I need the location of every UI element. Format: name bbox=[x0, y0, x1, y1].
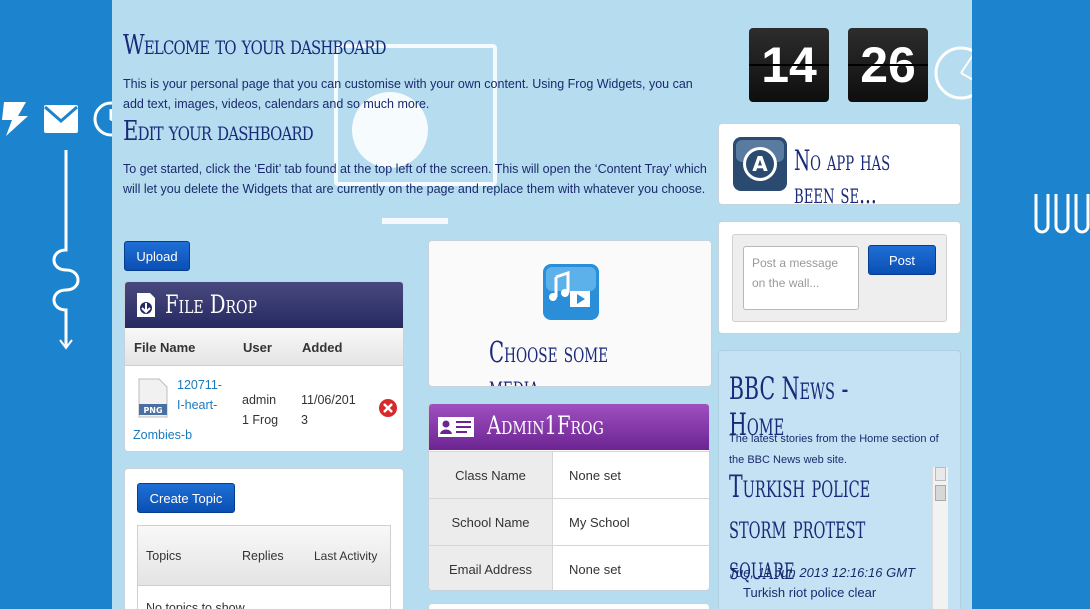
news-snippet: Turkish riot police clear bbox=[743, 585, 877, 600]
profile-row-email: Email Address None set bbox=[429, 545, 709, 590]
email-address-label: Email Address bbox=[429, 546, 553, 590]
news-panel: BBC News - Home The latest stories from … bbox=[718, 350, 961, 609]
col-topics: Topics bbox=[146, 549, 182, 563]
id-card-icon bbox=[438, 417, 474, 437]
profile-row-class: Class Name None set bbox=[429, 451, 709, 498]
delete-icon[interactable] bbox=[378, 398, 398, 418]
col-last-activity: Last Activity bbox=[314, 549, 378, 563]
news-date: Tue, 11 Jun 2013 12:16:16 GMT bbox=[729, 565, 915, 580]
png-file-icon: PNG bbox=[138, 378, 168, 418]
media-title: Choose some media bbox=[489, 335, 609, 387]
forum-panel: Create Topic Topics Replies Last Activit… bbox=[124, 468, 404, 609]
create-topic-button[interactable]: Create Topic bbox=[137, 483, 235, 513]
analog-clock-icon bbox=[934, 46, 972, 100]
svg-text:PNG: PNG bbox=[143, 406, 162, 415]
clock-minutes: 26 bbox=[848, 28, 928, 102]
file-user-2: 1 Frog bbox=[242, 413, 279, 427]
arrow-decoration bbox=[52, 150, 80, 350]
svg-text:A: A bbox=[752, 152, 768, 176]
file-name-link-3[interactable]: Zombies-b bbox=[133, 425, 192, 445]
profile-panel: Admin1Frog Class Name None set School Na… bbox=[428, 403, 710, 591]
post-button[interactable]: Post bbox=[868, 245, 936, 275]
topics-table: Topics Replies Last Activity No topics t… bbox=[137, 525, 391, 609]
file-drop-header: File Drop bbox=[125, 282, 403, 328]
app-store-icon: A bbox=[733, 137, 787, 191]
file-drop-title: File Drop bbox=[165, 290, 258, 319]
col-file-name: File Name bbox=[134, 340, 196, 355]
school-name-label: School Name bbox=[429, 499, 553, 545]
welcome-text: This is your personal page that you can … bbox=[123, 77, 693, 111]
file-added-2: 3 bbox=[301, 413, 308, 427]
upload-button[interactable]: Upload bbox=[124, 241, 190, 271]
news-scrollbar[interactable] bbox=[932, 467, 948, 609]
profile-header: Admin1Frog bbox=[429, 404, 709, 450]
file-name-link-2[interactable]: I-heart- bbox=[177, 395, 217, 415]
school-name-value: My School bbox=[569, 514, 630, 530]
welcome-title: Welcome to your dashboard bbox=[123, 30, 386, 61]
edit-text: To get started, click the ‘Edit’ tab fou… bbox=[123, 162, 707, 196]
profile-row-school: School Name My School bbox=[429, 498, 709, 545]
clock-divider bbox=[749, 64, 829, 66]
clock-divider bbox=[848, 64, 928, 66]
news-description: The latest stories from the Home section… bbox=[729, 433, 939, 466]
file-table-header: File Name User Added bbox=[125, 328, 403, 366]
app-title: No app has been se... bbox=[794, 144, 891, 205]
next-widget-panel bbox=[428, 603, 710, 609]
scroll-thumb[interactable] bbox=[935, 485, 946, 501]
media-icon bbox=[543, 264, 599, 320]
lightning-icon bbox=[2, 102, 28, 136]
file-added-1: 11/06/201 bbox=[301, 393, 356, 407]
class-name-value: None set bbox=[569, 467, 622, 483]
profile-title: Admin1Frog bbox=[487, 411, 604, 440]
table-row[interactable]: PNG 120711- I-heart- Zombies-b admin 1 F… bbox=[125, 366, 403, 451]
dashboard-page: Welcome to your dashboard This is your p… bbox=[112, 0, 972, 609]
app-panel: A No app has been se... bbox=[718, 123, 961, 205]
scroll-up-arrow[interactable] bbox=[935, 467, 946, 481]
email-address-value: None set bbox=[569, 561, 622, 577]
col-user: User bbox=[243, 340, 272, 355]
edit-title: Edit your dashboard bbox=[123, 116, 314, 147]
mail-icon bbox=[44, 105, 78, 133]
file-user-1: admin bbox=[242, 393, 277, 407]
right-background bbox=[972, 0, 1090, 609]
doc-download-icon bbox=[137, 293, 155, 317]
col-added: Added bbox=[302, 340, 343, 355]
col-replies: Replies bbox=[242, 549, 284, 563]
clock-hours: 14 bbox=[749, 28, 829, 102]
wall-panel: Post a message on the wall... Post bbox=[718, 221, 961, 334]
media-panel[interactable]: Choose some media bbox=[428, 240, 712, 387]
wall-placeholder: Post a message on the wall... bbox=[752, 256, 839, 290]
topics-table-header: Topics Replies Last Activity bbox=[138, 526, 390, 586]
file-drop-panel: File Drop File Name User Added PNG 12071… bbox=[124, 281, 404, 452]
class-name-label: Class Name bbox=[429, 452, 553, 498]
test-tubes-icon bbox=[1034, 194, 1090, 234]
empty-topics-text: No topics to show bbox=[146, 601, 245, 609]
wall-message-input[interactable]: Post a message on the wall... bbox=[743, 246, 859, 310]
left-background bbox=[0, 0, 129, 609]
file-name-link-1[interactable]: 120711- bbox=[177, 375, 222, 395]
